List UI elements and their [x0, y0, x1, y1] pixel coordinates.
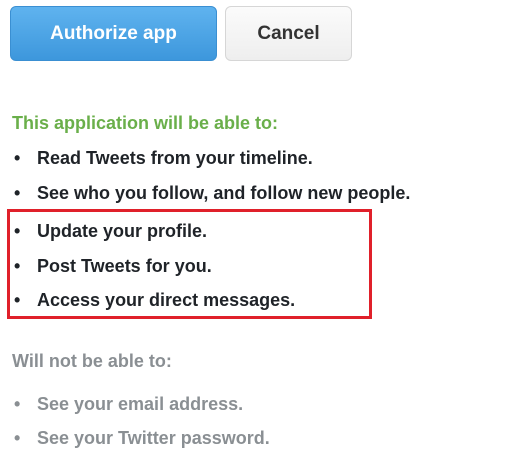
bullet-icon: • [14, 428, 21, 448]
permission-text: See who you follow, and follow new peopl… [37, 183, 411, 203]
permission-text: Read Tweets from your timeline. [37, 148, 313, 168]
permission-item-read-tweets: • Read Tweets from your timeline. [14, 148, 313, 169]
authorize-app-button[interactable]: Authorize app [10, 6, 217, 61]
bullet-icon: • [14, 394, 21, 414]
denied-permissions-heading: Will not be able to: [12, 351, 172, 371]
allowed-permissions-heading: This application will be able to: [12, 113, 279, 133]
permission-text: See your Twitter password. [37, 428, 270, 448]
denied-item-email: • See your email address. [14, 394, 243, 415]
denied-item-password: • See your Twitter password. [14, 428, 270, 449]
permission-text: See your email address. [37, 394, 244, 414]
bullet-icon: • [14, 148, 21, 168]
highlight-box [7, 209, 372, 319]
bullet-icon: • [14, 183, 21, 203]
cancel-button[interactable]: Cancel [225, 6, 352, 61]
permission-item-follow: • See who you follow, and follow new peo… [14, 183, 410, 204]
